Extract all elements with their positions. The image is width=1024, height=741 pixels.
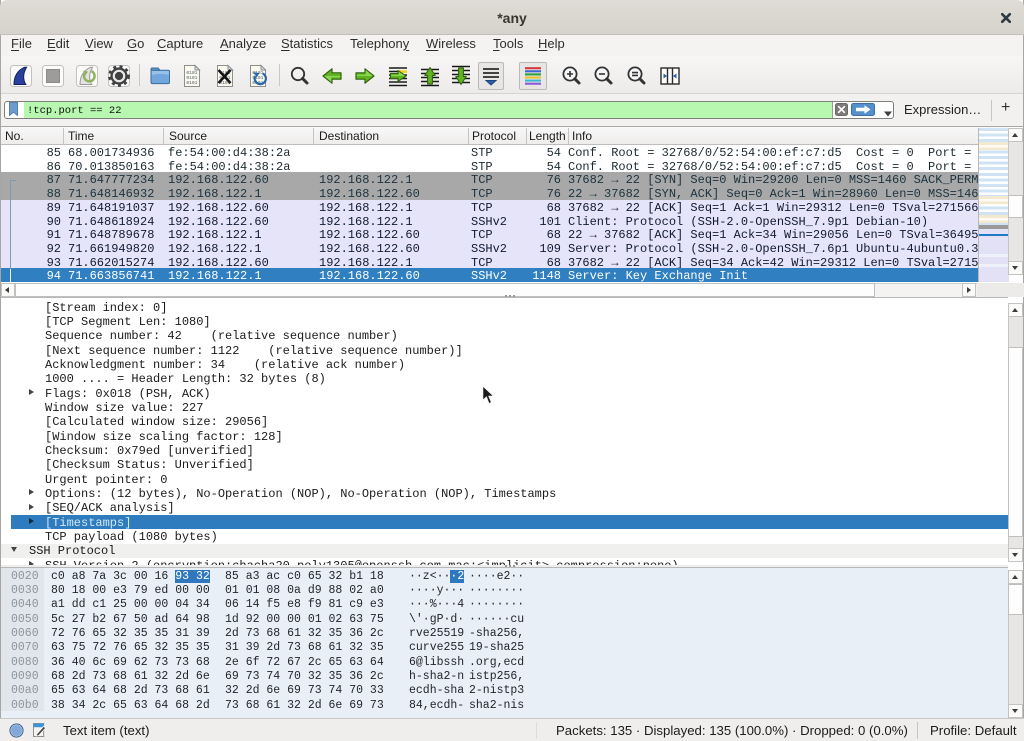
svg-text:0101: 0101 <box>186 80 197 86</box>
